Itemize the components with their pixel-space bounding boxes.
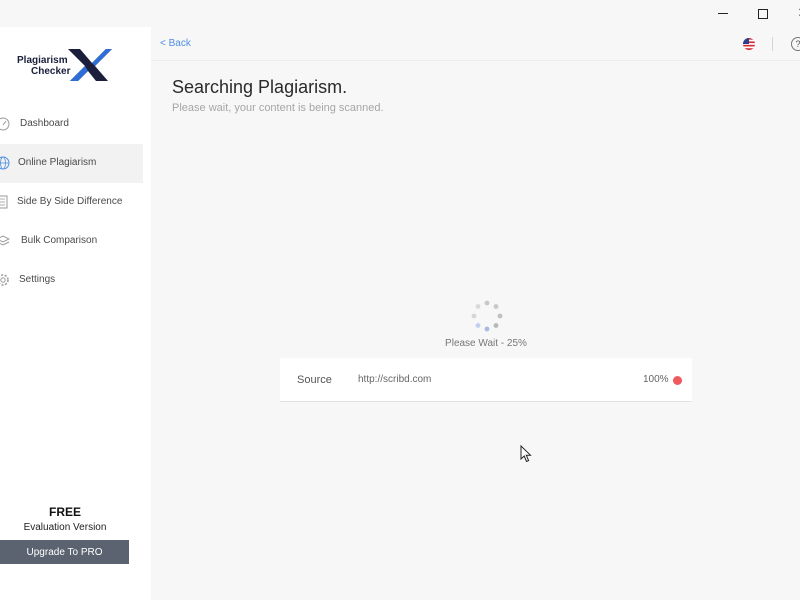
sidebar-item-label: Settings xyxy=(19,274,56,285)
upgrade-button[interactable]: Upgrade To PRO xyxy=(0,540,129,564)
minimize-button[interactable] xyxy=(703,0,743,27)
sidebar-item-label: Bulk Comparison xyxy=(21,235,98,246)
minimize-icon xyxy=(718,13,728,14)
status-dot-icon xyxy=(673,376,682,385)
plan-title: FREE xyxy=(48,505,81,519)
page-title: Searching Plagiarism. xyxy=(172,77,348,97)
sidebar-item-bulk-comparison[interactable]: Bulk Comparison xyxy=(0,222,143,261)
logo-line1: Plagiarism xyxy=(17,55,68,66)
back-link[interactable]: < Back xyxy=(160,38,191,49)
plan-subtitle: Evaluation Version xyxy=(23,522,107,533)
window-titlebar: ✕ xyxy=(0,0,800,27)
sidebar-item-online-plagiarism[interactable]: Online Plagiarism xyxy=(0,144,143,183)
us-flag-icon[interactable] xyxy=(743,38,755,50)
loading-spinner-icon xyxy=(471,300,503,332)
page-subtitle: Please wait, your content is being scann… xyxy=(172,102,384,114)
sidebar-item-settings[interactable]: Settings xyxy=(0,261,143,300)
gauge-icon xyxy=(0,117,10,131)
app-logo: Plagiarism Checker xyxy=(14,45,114,85)
content-topbar: < Back ? xyxy=(151,27,800,61)
sidebar-item-side-by-side[interactable]: Side By Side Difference xyxy=(0,183,143,222)
sidebar-item-label: Side By Side Difference xyxy=(17,196,123,207)
source-row[interactable]: Source http://scribd.com 100% xyxy=(280,358,692,402)
globe-icon xyxy=(0,156,10,170)
maximize-button[interactable] xyxy=(743,0,783,27)
help-icon[interactable]: ? xyxy=(791,37,800,51)
maximize-icon xyxy=(758,8,768,19)
progress-text: Please Wait - 25% xyxy=(445,338,527,349)
sidebar-item-dashboard[interactable]: Dashboard xyxy=(0,105,143,144)
sidebar-nav: Dashboard Online Plagiarism Side By Side… xyxy=(0,105,143,300)
source-url[interactable]: http://scribd.com xyxy=(358,374,431,385)
gear-icon xyxy=(0,274,9,286)
topbar-separator xyxy=(772,37,773,51)
document-icon xyxy=(0,195,8,209)
mouse-cursor-icon xyxy=(520,445,532,463)
plan-info: FREE Evaluation Version xyxy=(0,505,130,533)
layers-icon xyxy=(0,235,10,246)
logo-x-icon xyxy=(68,49,112,81)
sidebar: Plagiarism Checker Dashboard Online Plag… xyxy=(0,27,151,600)
sidebar-item-label: Dashboard xyxy=(20,118,69,129)
source-label: Source xyxy=(297,374,332,386)
source-percent: 100% xyxy=(643,374,669,385)
close-button[interactable]: ✕ xyxy=(783,0,800,27)
sidebar-item-label: Online Plagiarism xyxy=(18,157,97,168)
